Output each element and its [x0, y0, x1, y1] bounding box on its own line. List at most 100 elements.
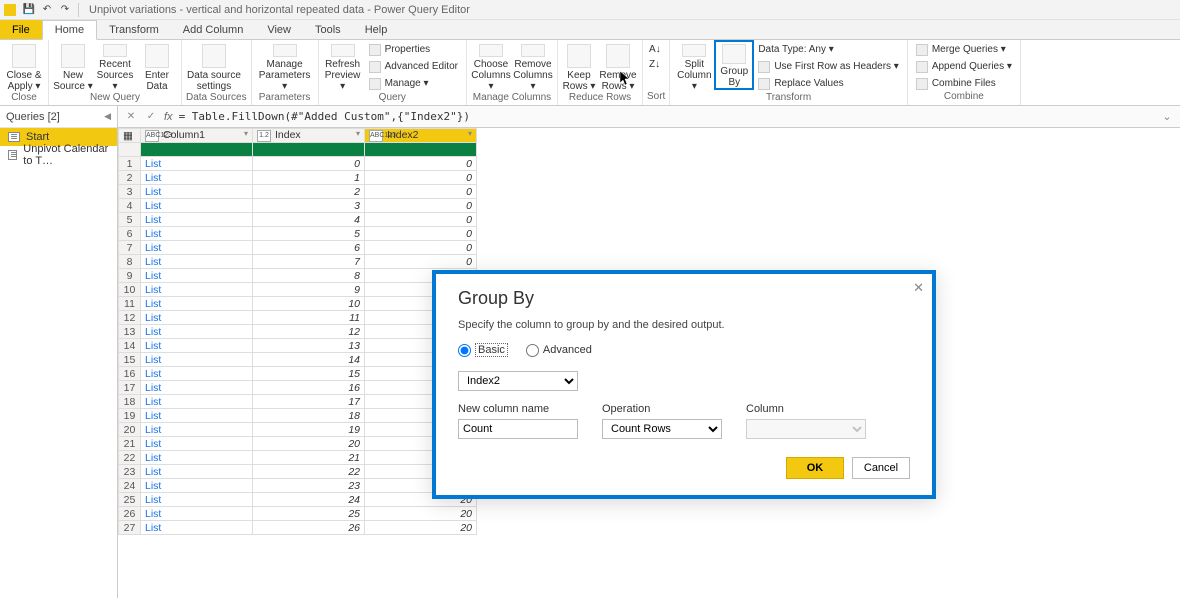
row-number[interactable]: 1 [119, 157, 141, 171]
remove-rows-button[interactable]: Remove Rows ▾ [598, 42, 638, 92]
row-number[interactable]: 5 [119, 213, 141, 227]
row-number[interactable]: 4 [119, 199, 141, 213]
cell-value[interactable]: 15 [253, 367, 365, 381]
radio-advanced[interactable]: Advanced [526, 344, 592, 357]
split-column-button[interactable]: Split Column ▾ [674, 42, 714, 92]
data-type-dropdown[interactable]: Data Type: Any ▾ [754, 42, 903, 57]
cell-list-link[interactable]: List [141, 283, 253, 297]
cell-list-link[interactable]: List [141, 199, 253, 213]
row-number[interactable]: 7 [119, 241, 141, 255]
keep-rows-button[interactable]: Keep Rows ▾ [562, 42, 596, 92]
table-row[interactable]: 5List40 [119, 213, 477, 227]
table-row[interactable]: 25List2420 [119, 493, 477, 507]
cell-value[interactable]: 3 [253, 199, 365, 213]
cancel-button[interactable]: Cancel [852, 457, 910, 479]
cell-value[interactable]: 0 [365, 227, 477, 241]
table-row[interactable]: 23List2220 [119, 465, 477, 479]
row-number[interactable]: 15 [119, 353, 141, 367]
fx-icon[interactable]: fx [164, 111, 173, 123]
cell-value[interactable]: 0 [365, 255, 477, 269]
cell-list-link[interactable]: List [141, 269, 253, 283]
cell-value[interactable]: 1 [253, 171, 365, 185]
row-number[interactable]: 17 [119, 381, 141, 395]
cell-value[interactable]: 11 [253, 311, 365, 325]
cell-list-link[interactable]: List [141, 255, 253, 269]
cell-value[interactable]: 24 [253, 493, 365, 507]
row-number[interactable]: 26 [119, 507, 141, 521]
cell-list-link[interactable]: List [141, 437, 253, 451]
properties-button[interactable]: Properties [365, 42, 462, 57]
cell-list-link[interactable]: List [141, 157, 253, 171]
cell-value[interactable]: 13 [253, 339, 365, 353]
cell-value[interactable]: 25 [253, 507, 365, 521]
table-corner[interactable]: ▦ [119, 129, 141, 143]
close-apply-button[interactable]: Close & Apply ▾ [4, 42, 44, 92]
tab-add-column[interactable]: Add Column [171, 20, 256, 39]
data-source-settings-button[interactable]: Data source settings [186, 42, 242, 92]
cell-value[interactable]: 5 [253, 227, 365, 241]
advanced-editor-button[interactable]: Advanced Editor [365, 59, 462, 74]
table-row[interactable]: 26List2520 [119, 507, 477, 521]
cell-list-link[interactable]: List [141, 451, 253, 465]
cell-list-link[interactable]: List [141, 479, 253, 493]
append-queries-button[interactable]: Append Queries ▾ [912, 59, 1016, 74]
cell-list-link[interactable]: List [141, 409, 253, 423]
row-number[interactable]: 10 [119, 283, 141, 297]
remove-columns-button[interactable]: Remove Columns ▾ [513, 42, 553, 92]
cell-list-link[interactable]: List [141, 339, 253, 353]
cell-list-link[interactable]: List [141, 213, 253, 227]
table-row[interactable]: 10List90 [119, 283, 477, 297]
cell-value[interactable]: 23 [253, 479, 365, 493]
cell-value[interactable]: 18 [253, 409, 365, 423]
cell-list-link[interactable]: List [141, 311, 253, 325]
collapse-pane-icon[interactable]: ◀ [104, 111, 111, 122]
recent-sources-button[interactable]: Recent Sources ▾ [95, 42, 135, 92]
cell-list-link[interactable]: List [141, 241, 253, 255]
table-row[interactable]: 1List00 [119, 157, 477, 171]
tab-transform[interactable]: Transform [97, 20, 171, 39]
new-column-input[interactable] [458, 419, 578, 439]
expand-formula-icon[interactable]: ⌄ [1160, 110, 1174, 123]
cell-list-link[interactable]: List [141, 423, 253, 437]
chevron-down-icon[interactable]: ▾ [356, 129, 360, 138]
cell-value[interactable]: 12 [253, 325, 365, 339]
cell-value[interactable]: 2 [253, 185, 365, 199]
cell-value[interactable]: 21 [253, 451, 365, 465]
table-row[interactable]: 3List20 [119, 185, 477, 199]
choose-columns-button[interactable]: Choose Columns ▾ [471, 42, 511, 92]
undo-icon[interactable]: ↶ [40, 3, 54, 17]
table-row[interactable]: 16List150 [119, 367, 477, 381]
row-number[interactable]: 6 [119, 227, 141, 241]
row-number[interactable]: 12 [119, 311, 141, 325]
merge-queries-button[interactable]: Merge Queries ▾ [912, 42, 1016, 57]
cell-value[interactable]: 0 [365, 185, 477, 199]
first-row-headers-button[interactable]: Use First Row as Headers ▾ [754, 59, 903, 74]
cell-list-link[interactable]: List [141, 227, 253, 241]
enter-data-button[interactable]: Enter Data [137, 42, 177, 92]
table-row[interactable]: 18List170 [119, 395, 477, 409]
sort-asc-button[interactable]: A↓ [647, 42, 663, 57]
cell-value[interactable]: 0 [365, 157, 477, 171]
row-number[interactable]: 21 [119, 437, 141, 451]
cancel-formula-icon[interactable]: ✕ [124, 110, 138, 124]
row-number[interactable]: 24 [119, 479, 141, 493]
row-number[interactable]: 14 [119, 339, 141, 353]
table-row[interactable]: 13List120 [119, 325, 477, 339]
chevron-down-icon[interactable]: ▾ [244, 129, 248, 138]
table-row[interactable]: 12List110 [119, 311, 477, 325]
cell-value[interactable]: 4 [253, 213, 365, 227]
tab-tools[interactable]: Tools [303, 20, 353, 39]
row-number[interactable]: 2 [119, 171, 141, 185]
table-row[interactable]: 17List160 [119, 381, 477, 395]
table-row[interactable]: 21List2020 [119, 437, 477, 451]
new-source-button[interactable]: New Source ▾ [53, 42, 93, 92]
refresh-preview-button[interactable]: Refresh Preview ▾ [323, 42, 363, 92]
cell-value[interactable]: 16 [253, 381, 365, 395]
tab-file[interactable]: File [0, 20, 42, 39]
tab-home[interactable]: Home [42, 20, 97, 40]
row-number[interactable]: 16 [119, 367, 141, 381]
combine-files-button[interactable]: Combine Files [912, 76, 1016, 91]
row-number[interactable]: 13 [119, 325, 141, 339]
cell-value[interactable]: 8 [253, 269, 365, 283]
redo-icon[interactable]: ↷ [58, 3, 72, 17]
